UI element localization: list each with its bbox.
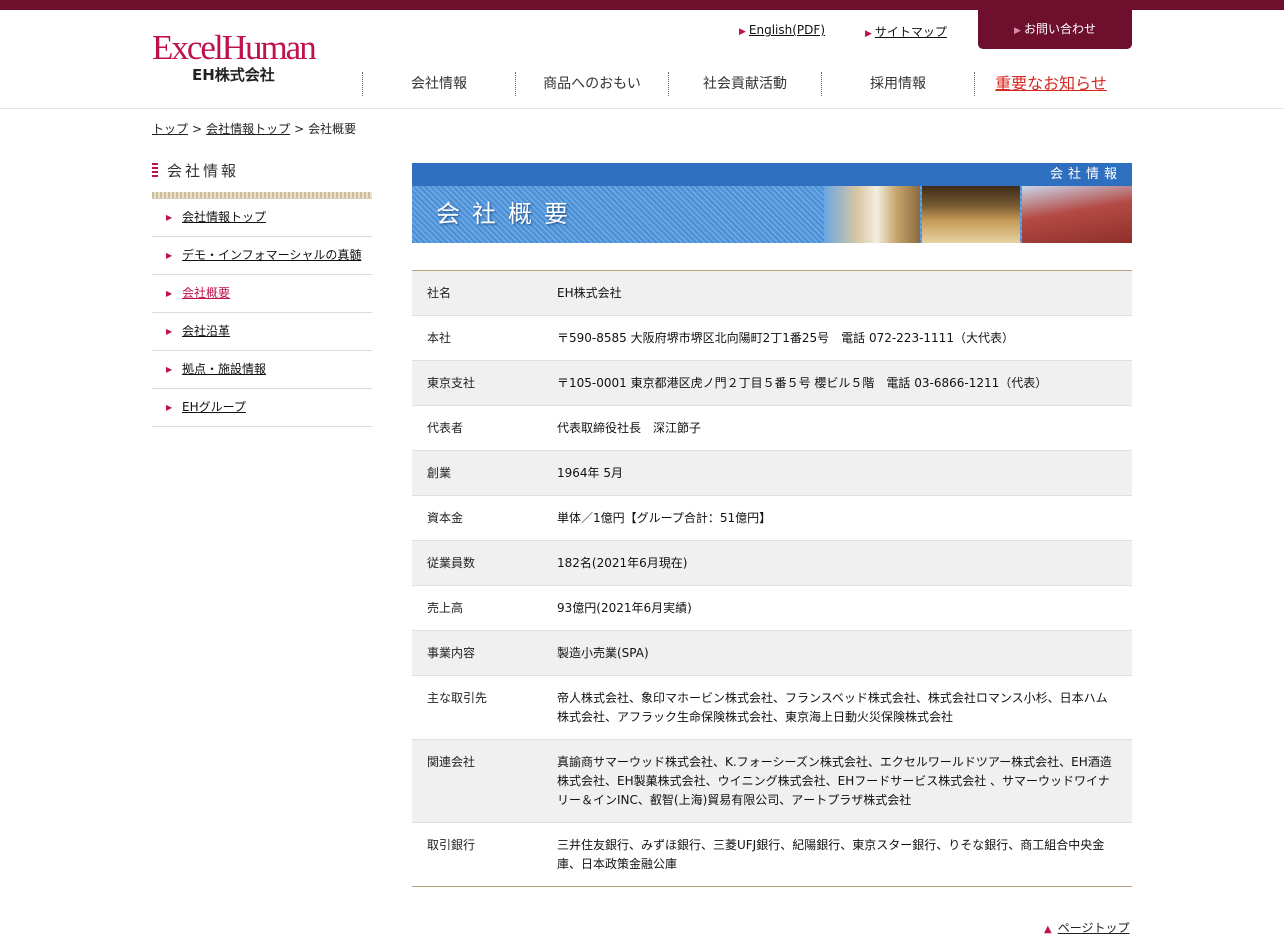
row-label: 代表者: [427, 421, 464, 435]
sitemap-link[interactable]: ▶ サイトマップ: [865, 23, 947, 40]
banner-photo-lounge: [824, 186, 920, 243]
sidebar: 会社情報 ▶ 会社情報トップ ▶ デモ・インフォマーシャルの真髄 ▶ 会社概要 …: [152, 160, 372, 427]
sidebar-item-company-overview[interactable]: ▶ 会社概要: [152, 275, 372, 313]
row-label: 関連会社: [427, 755, 476, 769]
triangle-right-icon: ▶: [166, 365, 173, 374]
banner-photo-lobby: [922, 186, 1020, 243]
table-row: 資本金 単体／1億円【グループ合計：51億円】: [412, 496, 1132, 541]
sidebar-item-history[interactable]: ▶ 会社沿革: [152, 313, 372, 351]
logo-company-name: EH株式会社: [192, 66, 275, 84]
row-label: 社名: [427, 286, 452, 300]
nav-important-notice[interactable]: 重要なお知らせ: [974, 72, 1127, 96]
table-row: 従業員数 182名(2021年6月現在): [412, 541, 1132, 586]
triangle-right-icon: ▶: [166, 327, 173, 336]
breadcrumb-company-top[interactable]: 会社情報トップ: [206, 122, 290, 136]
row-value: 〒590-8585 大阪府堺市堺区北向陽町2丁1番25号 電話 072-223-…: [557, 331, 1014, 345]
triangle-right-icon: ▶: [739, 27, 746, 37]
row-value: 製造小売業(SPA): [557, 646, 649, 660]
triangle-right-icon: ▶: [166, 289, 173, 298]
breadcrumb-current: 会社概要: [308, 122, 357, 136]
triangle-right-icon: ▶: [166, 403, 173, 412]
sidebar-item-locations[interactable]: ▶ 拠点・施設情報: [152, 351, 372, 389]
sidebar-divider: [152, 192, 372, 199]
sidebar-item-eh-group[interactable]: ▶ EHグループ: [152, 389, 372, 427]
triangle-right-icon: ▶: [166, 251, 173, 260]
banner-top-strip: [412, 163, 1132, 186]
nav-company-info[interactable]: 会社情報: [362, 72, 515, 96]
triangle-up-icon: ▲: [1044, 924, 1052, 935]
table-row: 事業内容 製造小売業(SPA): [412, 631, 1132, 676]
breadcrumb-separator: >: [294, 122, 305, 136]
row-label: 事業内容: [427, 646, 476, 660]
row-value: EH株式会社: [557, 286, 622, 300]
sidebar-item-label: 拠点・施設情報: [182, 362, 267, 376]
site-logo[interactable]: ExcelHuman EH株式会社: [152, 30, 332, 88]
global-nav: 会社情報 商品へのおもい 社会貢献活動 採用情報 重要なお知らせ: [362, 72, 1127, 96]
contact-button[interactable]: ▶ お問い合わせ: [978, 10, 1132, 49]
row-value: 帝人株式会社、象印マホービン株式会社、フランスベッド株式会社、株式会社ロマンス小…: [557, 691, 1108, 724]
table-row: 主な取引先 帝人株式会社、象印マホービン株式会社、フランスベッド株式会社、株式会…: [412, 676, 1132, 740]
row-value: 182名(2021年6月現在): [557, 556, 688, 570]
site-header: ExcelHuman EH株式会社 ▶ English(PDF) ▶ サイトマップ …: [0, 10, 1284, 109]
row-value: 三井住友銀行、みずほ銀行、三菱UFJ銀行、紀陽銀行、東京スター銀行、りそな銀行、…: [557, 838, 1105, 871]
sidebar-item-label: 会社概要: [182, 286, 231, 300]
sidebar-item-label: 会社情報トップ: [182, 210, 267, 224]
company-info-table: 社名 EH株式会社 本社 〒590-8585 大阪府堺市堺区北向陽町2丁1番25…: [412, 270, 1132, 887]
breadcrumb-separator: >: [192, 122, 203, 136]
triangle-right-icon: ▶: [1014, 26, 1021, 36]
sidebar-item-demo-infomercial[interactable]: ▶ デモ・インフォマーシャルの真髄: [152, 237, 372, 275]
top-accent-bar: [0, 0, 1284, 10]
table-row: 売上高 93億円(2021年6月実績): [412, 586, 1132, 631]
row-label: 従業員数: [427, 556, 476, 570]
page-top-link[interactable]: ▲ ページトップ: [1044, 919, 1129, 936]
sidebar-item-label: デモ・インフォマーシャルの真髄: [182, 248, 362, 262]
nav-csr[interactable]: 社会貢献活動: [668, 72, 821, 96]
nav-products[interactable]: 商品へのおもい: [515, 72, 668, 96]
table-row: 東京支社 〒105-0001 東京都港区虎ノ門２丁目５番５号 櫻ビル５階 電話 …: [412, 361, 1132, 406]
sidebar-item-label: 会社沿革: [182, 324, 231, 338]
nav-recruit[interactable]: 採用情報: [821, 72, 974, 96]
sidebar-item-label: EHグループ: [182, 400, 246, 414]
english-pdf-link[interactable]: ▶ English(PDF): [739, 23, 825, 37]
banner-section-label: 会社情報: [1049, 167, 1122, 182]
row-label: 東京支社: [427, 376, 476, 390]
row-label: 創業: [427, 466, 452, 480]
page-banner: 会社情報 会社概要: [412, 163, 1132, 243]
sidebar-title-mark-icon: [152, 163, 158, 179]
banner-photo-building: [1022, 186, 1132, 243]
logo-wordmark: ExcelHuman: [152, 28, 317, 67]
banner-photos: [824, 186, 1132, 243]
row-label: 資本金: [427, 511, 464, 525]
table-row: 代表者 代表取締役社長 深江節子: [412, 406, 1132, 451]
triangle-right-icon: ▶: [166, 213, 173, 222]
breadcrumb-top[interactable]: トップ: [152, 122, 188, 136]
sidebar-title: 会社情報: [152, 160, 372, 182]
page-title: 会社概要: [436, 200, 580, 228]
row-label: 本社: [427, 331, 452, 345]
table-row: 社名 EH株式会社: [412, 271, 1132, 316]
triangle-right-icon: ▶: [865, 29, 872, 39]
row-value: 代表取締役社長 深江節子: [557, 421, 702, 435]
table-row: 関連会社 真諭商サマーウッド株式会社、K.フォーシーズン株式会社、エクセルワール…: [412, 740, 1132, 823]
table-row: 本社 〒590-8585 大阪府堺市堺区北向陽町2丁1番25号 電話 072-2…: [412, 316, 1132, 361]
row-label: 売上高: [427, 601, 464, 615]
table-row: 取引銀行 三井住友銀行、みずほ銀行、三菱UFJ銀行、紀陽銀行、東京スター銀行、り…: [412, 823, 1132, 886]
table-row: 創業 1964年 5月: [412, 451, 1132, 496]
row-value: 93億円(2021年6月実績): [557, 601, 692, 615]
row-value: 〒105-0001 東京都港区虎ノ門２丁目５番５号 櫻ビル５階 電話 03-68…: [557, 376, 1048, 390]
row-value: 単体／1億円【グループ合計：51億円】: [557, 511, 772, 525]
row-label: 主な取引先: [427, 691, 488, 705]
row-value: 真諭商サマーウッド株式会社、K.フォーシーズン株式会社、エクセルワールドツアー株…: [557, 755, 1112, 807]
breadcrumb: トップ > 会社情報トップ > 会社概要: [152, 120, 356, 137]
sidebar-item-company-top[interactable]: ▶ 会社情報トップ: [152, 199, 372, 237]
row-label: 取引銀行: [427, 838, 476, 852]
row-value: 1964年 5月: [557, 466, 623, 480]
